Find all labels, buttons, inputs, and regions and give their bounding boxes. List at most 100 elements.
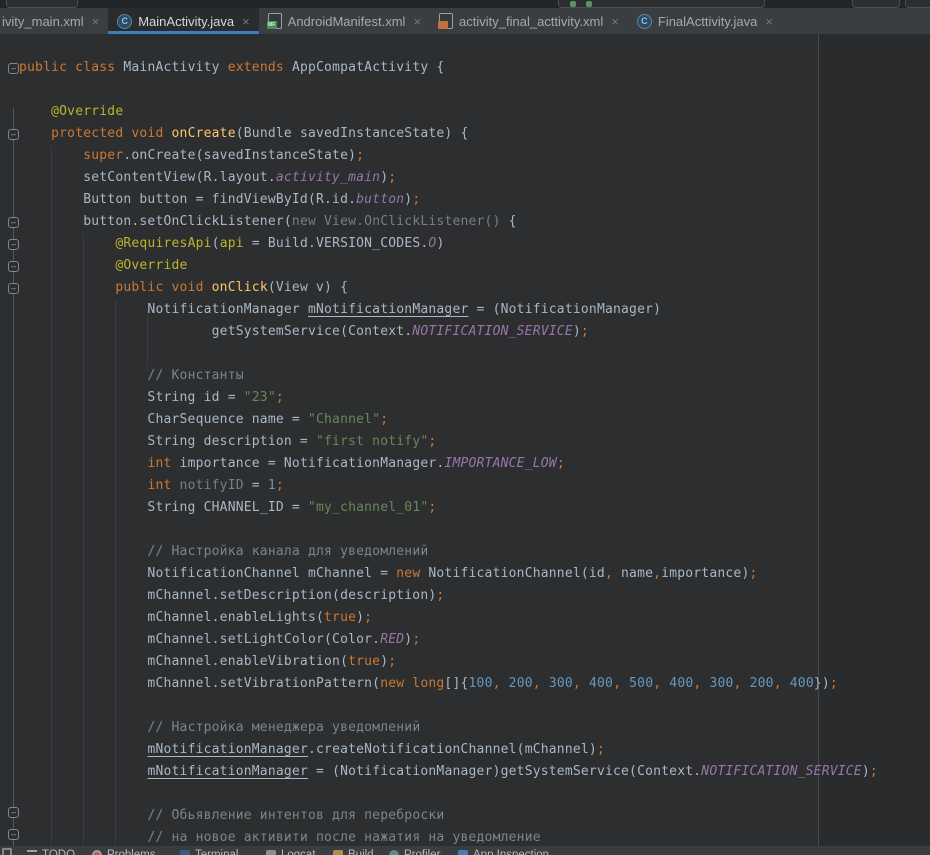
code-line[interactable] — [19, 343, 878, 365]
code-line[interactable]: mChannel.setDescription(description); — [19, 585, 878, 607]
code-line[interactable]: String description = "first notify"; — [19, 431, 878, 453]
code-line[interactable]: mNotificationManager.createNotificationC… — [19, 739, 878, 761]
code-token — [19, 764, 147, 779]
toolbar-button[interactable] — [905, 0, 930, 8]
run-icon[interactable] — [570, 1, 576, 7]
tool-window-button-todo[interactable]: TODO — [27, 848, 75, 855]
code-token: ; — [436, 588, 444, 603]
code-line[interactable]: mChannel.enableVibration(true); — [19, 651, 878, 673]
code-line[interactable]: mChannel.setLightColor(Color.RED); — [19, 629, 878, 651]
code-token — [19, 808, 147, 823]
problems-icon — [92, 850, 102, 855]
code-line[interactable]: mNotificationManager = (NotificationMana… — [19, 761, 878, 783]
toolbar-button[interactable] — [6, 0, 78, 8]
code-editor[interactable]: – – – – – – – – public class MainActivity exten… — [0, 34, 930, 846]
close-tab-icon[interactable]: × — [413, 15, 421, 28]
code-line[interactable]: NotificationChannel mChannel = new Notif… — [19, 563, 878, 585]
fold-marker-icon[interactable]: – — [8, 239, 19, 250]
code-token: new View.OnClickListener() — [292, 214, 501, 229]
tool-window-button-terminal[interactable]: Terminal — [180, 848, 238, 855]
code-line[interactable] — [19, 79, 878, 101]
code-line[interactable]: super.onCreate(savedInstanceState); — [19, 145, 878, 167]
code-line[interactable]: int notifyID = 1; — [19, 475, 878, 497]
code-line[interactable]: public void onClick(View v) { — [19, 277, 878, 299]
tab-activity-final-acttivity-xml[interactable]: activity_final_acttivity.xml× — [430, 8, 628, 34]
code-line[interactable]: public class MainActivity extends AppCom… — [19, 57, 878, 79]
tab-mainactivity-java[interactable]: CMainActivity.java× — [108, 8, 258, 34]
code-line[interactable] — [19, 783, 878, 805]
code-line[interactable]: setContentView(R.layout.activity_main); — [19, 167, 878, 189]
code-line[interactable] — [19, 519, 878, 541]
code-token: , — [573, 676, 589, 691]
code-line[interactable]: protected void onCreate(Bundle savedInst… — [19, 123, 878, 145]
fold-marker-icon[interactable]: – — [8, 63, 19, 74]
tab-androidmanifest-xml[interactable]: MFAndroidManifest.xml× — [259, 8, 430, 34]
tab-ivity-main-xml[interactable]: ivity_main.xml× — [0, 8, 108, 34]
code-line[interactable]: NotificationManager mNotificationManager… — [19, 299, 878, 321]
code-token: = (NotificationManager)getSystemService(… — [308, 764, 701, 779]
code-token: "Channel" — [308, 412, 380, 427]
tool-window-label: Terminal — [195, 848, 238, 855]
code-line[interactable]: @Override — [19, 255, 878, 277]
code-token: int — [147, 456, 179, 471]
code-line[interactable]: button.setOnClickListener(new View.OnCli… — [19, 211, 878, 233]
code-token: ; — [428, 434, 436, 449]
fold-marker-icon[interactable]: – — [8, 283, 19, 294]
tool-window-button-profiler[interactable]: Profiler — [389, 848, 440, 855]
code-token: , — [605, 566, 621, 581]
code-token: onClick — [212, 280, 268, 295]
code-token: protected void — [51, 126, 171, 141]
code-token: 200 — [750, 676, 774, 691]
code-token: ; — [749, 566, 757, 581]
code-line[interactable]: int importance = NotificationManager.IMP… — [19, 453, 878, 475]
toolbar-button[interactable] — [852, 0, 900, 8]
tool-windows-icon[interactable] — [2, 848, 12, 855]
code-token: // Обьявление интентов для переброски — [147, 808, 444, 823]
tool-window-label: TODO — [42, 848, 75, 855]
fold-marker-icon[interactable]: – — [8, 807, 19, 818]
code-line[interactable] — [19, 695, 878, 717]
code-token: api — [220, 236, 244, 251]
close-tab-icon[interactable]: × — [611, 15, 619, 28]
fold-marker-icon[interactable]: – — [8, 829, 19, 840]
code-token — [19, 126, 51, 141]
code-token: ; — [356, 148, 364, 163]
tool-window-button-logcat[interactable]: Logcat — [266, 848, 316, 855]
tab-finalacttivity-java[interactable]: CFinalActtivity.java× — [628, 8, 782, 34]
code-line[interactable]: getSystemService(Context.NOTIFICATION_SE… — [19, 321, 878, 343]
code-token — [19, 258, 115, 273]
tool-window-button-problems[interactable]: Problems — [92, 848, 156, 855]
code-line[interactable]: CharSequence name = "Channel"; — [19, 409, 878, 431]
close-tab-icon[interactable]: × — [765, 15, 773, 28]
fold-marker-icon[interactable]: – — [8, 261, 19, 272]
code-line[interactable]: mChannel.setVibrationPattern(new long[]{… — [19, 673, 878, 695]
code-token: = — [244, 478, 268, 493]
debug-icon[interactable] — [586, 1, 592, 7]
tool-window-label: Logcat — [281, 848, 316, 855]
fold-marker-icon[interactable]: – — [8, 129, 19, 140]
logcat-icon — [266, 850, 276, 855]
code-line[interactable]: // Константы — [19, 365, 878, 387]
code-token: ) — [573, 324, 581, 339]
close-tab-icon[interactable]: × — [242, 15, 250, 28]
tool-window-button-build[interactable]: Build — [333, 848, 374, 855]
fold-marker-icon[interactable]: – — [8, 217, 19, 228]
close-tab-icon[interactable]: × — [92, 15, 100, 28]
code-line[interactable]: String id = "23"; — [19, 387, 878, 409]
code-line[interactable]: // Обьявление интентов для переброски — [19, 805, 878, 827]
code-line[interactable]: String CHANNEL_ID = "my_channel_01"; — [19, 497, 878, 519]
tool-window-label: Problems — [107, 848, 156, 855]
profiler-icon — [389, 850, 399, 855]
code-line[interactable]: // Настройка менеджера уведомлений — [19, 717, 878, 739]
code-area[interactable]: public class MainActivity extends AppCom… — [0, 34, 878, 846]
code-line[interactable]: @Override — [19, 101, 878, 123]
tool-window-button-app-inspection[interactable]: App Inspection — [458, 848, 549, 855]
code-line[interactable]: mChannel.enableLights(true); — [19, 607, 878, 629]
code-token: .createNotificationChannel(mChannel) — [308, 742, 597, 757]
code-line[interactable]: // на новое активити после нажатия на ув… — [19, 827, 878, 846]
code-line[interactable]: Button button = findViewById(R.id.button… — [19, 189, 878, 211]
code-line[interactable]: // Настройка канала для уведомлений — [19, 541, 878, 563]
code-token: new long — [380, 676, 444, 691]
code-token: ; — [276, 478, 284, 493]
code-line[interactable]: @RequiresApi(api = Build.VERSION_CODES.O… — [19, 233, 878, 255]
